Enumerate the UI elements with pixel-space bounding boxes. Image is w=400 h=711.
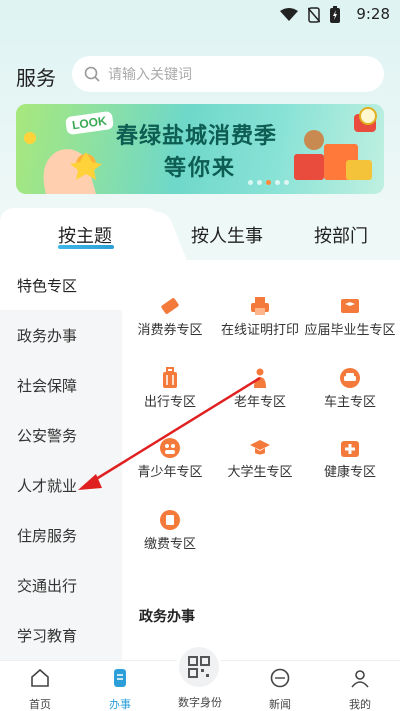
grid-label: 出行专区 xyxy=(143,394,196,409)
sidebar-item-government[interactable]: 政务办事 xyxy=(0,310,122,360)
grid-label: 消费券专区 xyxy=(137,322,203,337)
sidebar-item-social-security[interactable]: 社会保障 xyxy=(0,360,122,410)
digital-id-button[interactable] xyxy=(176,644,222,690)
medical-kit-icon xyxy=(338,436,362,460)
luggage-icon xyxy=(158,366,182,390)
promo-banner[interactable]: LOOK 春绿盐城消费季 等你来 xyxy=(16,104,384,194)
nav-label: 新闻 xyxy=(269,699,291,711)
sidebar-item-police[interactable]: 公安警务 xyxy=(0,410,122,460)
document-icon xyxy=(114,669,126,687)
elderly-icon xyxy=(248,366,272,390)
service-grid: 消费券专区 在线证明打印 应届毕业生专区 出行专区 老年专区 车主专区 青少年专… xyxy=(122,260,400,660)
grid-item-youth[interactable]: 青少年专区 xyxy=(124,436,216,480)
section-title: 政务办事 xyxy=(139,608,195,624)
no-sim-icon xyxy=(308,6,320,23)
home-icon xyxy=(31,668,49,687)
grid-label: 缴费专区 xyxy=(143,536,196,551)
gift-illustration-icon xyxy=(294,107,377,180)
car-icon xyxy=(338,366,362,390)
printer-icon xyxy=(248,294,272,318)
tab-by-department[interactable]: 按部门 xyxy=(314,222,368,248)
grid-label: 应届毕业生专区 xyxy=(304,322,396,337)
sidebar: 特色专区 政务办事 社会保障 公安警务 人才就业 住房服务 交通出行 学习教育 xyxy=(0,260,122,660)
banner-dot-active xyxy=(266,180,271,185)
search-bar[interactable] xyxy=(72,56,384,92)
user-icon xyxy=(351,670,369,688)
digital-id-label: 数字身份 xyxy=(178,697,222,709)
nav-label: 办事 xyxy=(109,699,131,711)
category-tabs: 按主题 按人生事 按部门 xyxy=(0,208,400,264)
banner-dot xyxy=(248,180,253,185)
wifi-icon xyxy=(280,7,298,21)
tab-by-life-event[interactable]: 按人生事 xyxy=(191,222,263,248)
nav-services[interactable]: 办事 xyxy=(80,661,160,711)
tab-active-indicator xyxy=(58,245,114,249)
status-icons xyxy=(280,6,340,23)
sidebar-item-housing[interactable]: 住房服务 xyxy=(0,510,122,560)
nav-label: 首页 xyxy=(29,699,51,711)
grid-label: 在线证明打印 xyxy=(220,322,299,337)
banner-dot xyxy=(275,180,280,185)
search-icon xyxy=(84,66,100,82)
status-time: 9:28 xyxy=(356,5,390,23)
nav-home[interactable]: 首页 xyxy=(0,661,80,711)
grid-item-payment[interactable]: 缴费专区 xyxy=(124,508,216,552)
grid-item-print-certificate[interactable]: 在线证明打印 xyxy=(214,294,306,338)
nav-news[interactable]: 新闻 xyxy=(240,661,320,711)
grid-item-coupon[interactable]: 消费券专区 xyxy=(124,294,216,338)
banner-title: 春绿盐城消费季 xyxy=(116,123,278,148)
battery-charging-icon xyxy=(330,6,340,23)
grid-item-college-students[interactable]: 大学生专区 xyxy=(214,436,306,480)
sidebar-item-transport[interactable]: 交通出行 xyxy=(0,560,122,610)
grid-item-graduates[interactable]: 应届毕业生专区 xyxy=(304,294,396,338)
banner-pagination xyxy=(248,180,289,185)
sidebar-item-talent-employment[interactable]: 人才就业 xyxy=(0,460,122,510)
banner-dot xyxy=(284,180,289,185)
grid-label: 老年专区 xyxy=(233,394,286,409)
grid-item-car-owner[interactable]: 车主专区 xyxy=(304,366,396,410)
search-input[interactable] xyxy=(108,66,358,82)
youth-icon xyxy=(158,436,182,460)
grid-label: 健康专区 xyxy=(323,464,376,479)
page-title: 服务 xyxy=(16,68,56,90)
grid-item-elderly[interactable]: 老年专区 xyxy=(214,366,306,410)
nav-profile[interactable]: 我的 xyxy=(320,661,400,711)
ticket-icon xyxy=(158,294,182,318)
banner-subtitle: 等你来 xyxy=(164,155,237,180)
graduate-card-icon xyxy=(338,294,362,318)
qr-code-icon xyxy=(188,656,210,678)
grid-item-health[interactable]: 健康专区 xyxy=(304,436,396,480)
news-icon xyxy=(270,668,290,688)
grid-label: 大学生专区 xyxy=(227,464,293,479)
nav-label: 我的 xyxy=(349,699,371,711)
grid-item-travel[interactable]: 出行专区 xyxy=(124,366,216,410)
grid-label: 青少年专区 xyxy=(137,464,203,479)
banner-dot xyxy=(257,180,262,185)
grid-label: 车主专区 xyxy=(323,394,376,409)
graduation-cap-icon xyxy=(248,436,272,460)
status-bar: 9:28 xyxy=(0,0,400,30)
payment-icon xyxy=(158,508,182,532)
sidebar-item-featured[interactable]: 特色专区 xyxy=(0,260,122,310)
sidebar-item-education[interactable]: 学习教育 xyxy=(0,610,122,660)
